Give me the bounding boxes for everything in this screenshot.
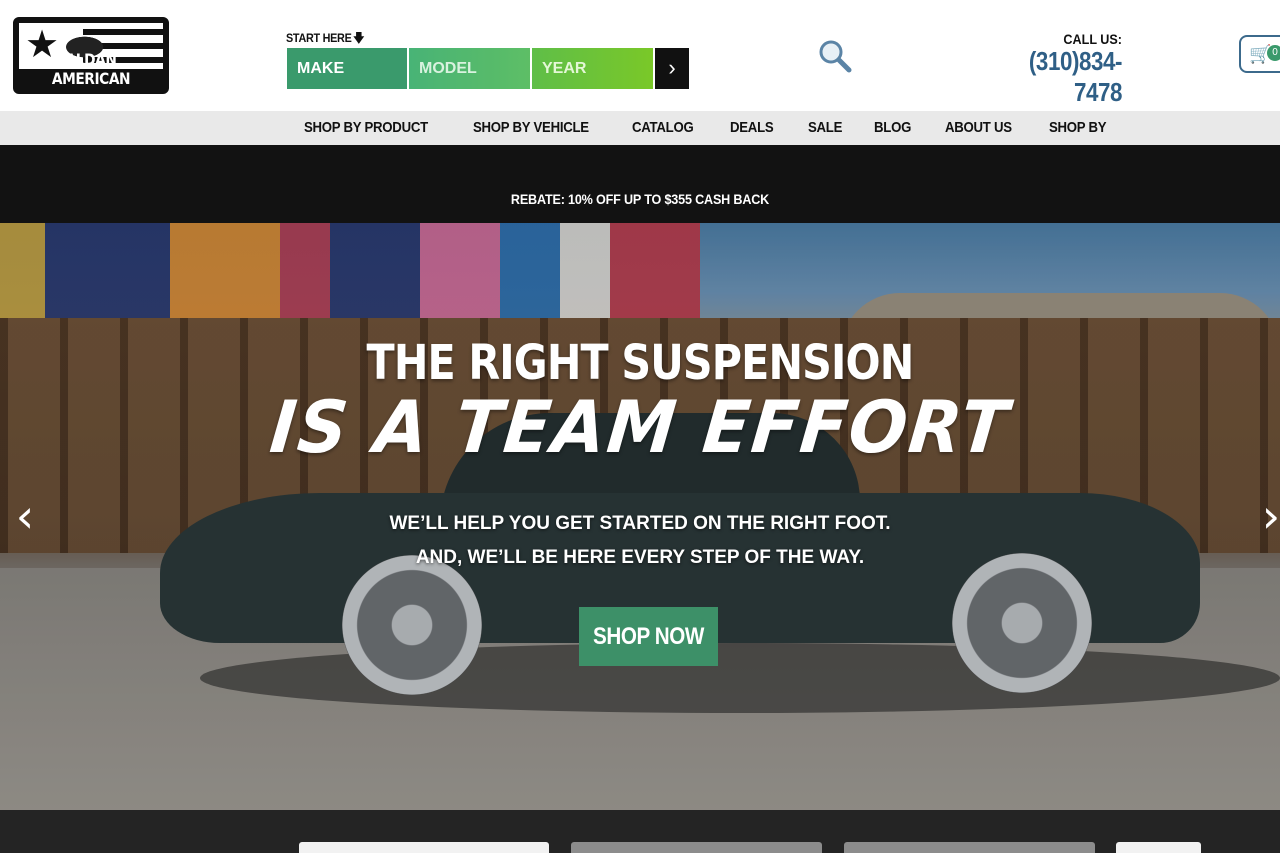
nav-shop-by-vehicle[interactable]: SHOP BY VEHICLE bbox=[459, 111, 619, 145]
site-logo[interactable]: ★ ALDAN AMERICAN bbox=[13, 17, 169, 94]
hero-headline: THE RIGHT SUSPENSION bbox=[366, 335, 915, 391]
slider-next-button[interactable]: › bbox=[1256, 491, 1280, 541]
bottom-search-strip bbox=[0, 810, 1280, 853]
nav-item-label: ABOUT US bbox=[944, 119, 1012, 136]
hero-headline-script: IS A TEAM EFFORT bbox=[266, 385, 1014, 469]
start-here-text: START HERE bbox=[286, 31, 352, 45]
nav-item-label: BLOG bbox=[874, 119, 912, 136]
search-icon[interactable] bbox=[818, 39, 852, 73]
nav-item-label: SALE bbox=[807, 119, 842, 136]
year-select[interactable]: YEAR bbox=[532, 48, 653, 89]
nav-item-label: SHOP BY bbox=[1048, 119, 1107, 136]
filter-button[interactable] bbox=[1116, 842, 1201, 853]
site-header: ★ ALDAN AMERICAN START HERE 🡇 MAKE MODEL … bbox=[0, 0, 1280, 111]
make-select[interactable]: MAKE bbox=[287, 48, 407, 89]
nav-item-label: DEALS bbox=[730, 119, 774, 136]
nav-sale[interactable]: SALE bbox=[794, 111, 861, 145]
hero-slider: THE RIGHT SUSPENSION IS A TEAM EFFORT WE… bbox=[0, 223, 1280, 810]
model-select[interactable]: MODEL bbox=[409, 48, 530, 89]
filter-field-2[interactable] bbox=[571, 842, 822, 853]
filter-field-3[interactable] bbox=[844, 842, 1095, 853]
nav-shop-by[interactable]: SHOP BY bbox=[1035, 111, 1128, 145]
vehicle-go-button[interactable]: › bbox=[655, 48, 689, 89]
nav-catalog[interactable]: CATALOG bbox=[618, 111, 716, 145]
nav-deals[interactable]: DEALS bbox=[716, 111, 793, 145]
nav-item-label: SHOP BY PRODUCT bbox=[304, 119, 428, 136]
nav-item-label: CATALOG bbox=[632, 119, 694, 136]
promo-text: REBATE: 10% OFF UP TO $355 CASH BACK bbox=[510, 191, 770, 207]
hero-subtext-2: AND, WE’LL BE HERE EVERY STEP OF THE WAY… bbox=[415, 547, 865, 568]
nav-item-label: SHOP BY VEHICLE bbox=[472, 119, 589, 136]
shop-now-button[interactable]: SHOP NOW bbox=[579, 607, 718, 666]
vehicle-selector: MAKE MODEL YEAR › bbox=[287, 48, 689, 89]
cart-button[interactable]: 🛒 0 bbox=[1239, 35, 1280, 73]
nav-blog[interactable]: BLOG bbox=[860, 111, 930, 145]
filter-field-1[interactable] bbox=[299, 842, 549, 853]
hero-subtext-1: WE’LL HELP YOU GET STARTED ON THE RIGHT … bbox=[389, 513, 891, 534]
call-us-label: CALL US: bbox=[1063, 31, 1122, 47]
start-here-label: START HERE 🡇 bbox=[286, 29, 364, 50]
main-nav: SHOP BY PRODUCT SHOP BY VEHICLE CATALOG … bbox=[0, 111, 1280, 145]
nav-shop-by-product[interactable]: SHOP BY PRODUCT bbox=[290, 111, 459, 145]
cart-count-badge: 0 bbox=[1267, 45, 1280, 61]
arrow-down-icon: 🡇 bbox=[353, 31, 365, 45]
slider-prev-button[interactable]: ‹ bbox=[10, 491, 40, 541]
page: ★ ALDAN AMERICAN START HERE 🡇 MAKE MODEL … bbox=[0, 0, 1280, 853]
chevron-right-icon: › bbox=[668, 55, 676, 80]
promo-banner[interactable]: REBATE: 10% OFF UP TO $355 CASH BACK bbox=[0, 145, 1280, 223]
shop-now-label: SHOP NOW bbox=[593, 623, 704, 650]
logo-text: ALDAN AMERICAN bbox=[51, 50, 131, 88]
nav-about-us[interactable]: ABOUT US bbox=[931, 111, 1035, 145]
phone-number-link[interactable]: (310)834-7478 bbox=[983, 46, 1123, 108]
